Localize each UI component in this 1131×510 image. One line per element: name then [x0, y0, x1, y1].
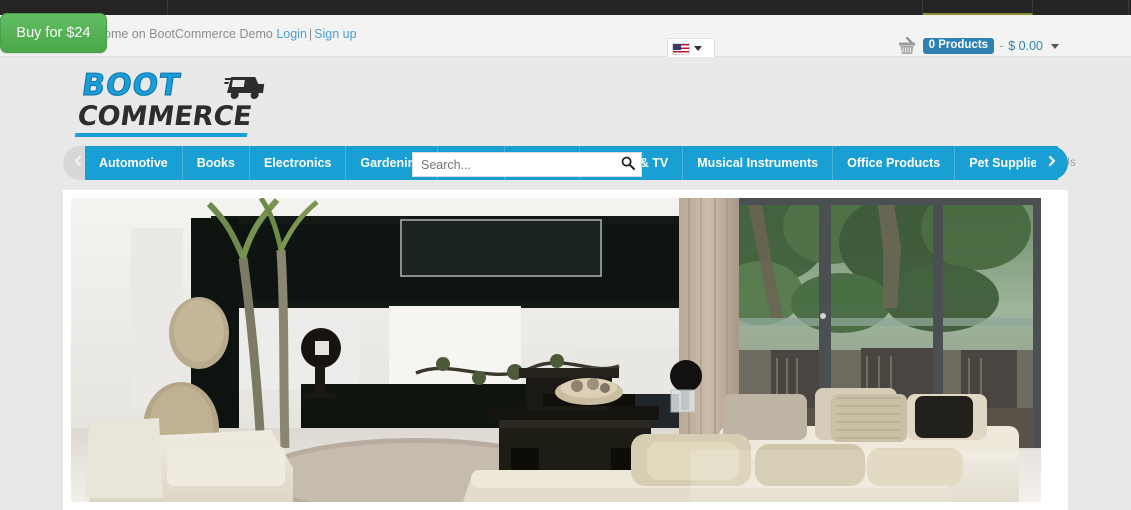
nav-label: Automotive — [99, 156, 168, 170]
browser-strip-segment — [168, 0, 923, 15]
arrow-right-icon — [1046, 154, 1058, 172]
browser-strip-segment — [1033, 0, 1129, 15]
site-logo[interactable]: BOOT COMMERCE — [74, 68, 265, 137]
login-link[interactable]: Login — [276, 27, 307, 41]
content-card — [63, 190, 1068, 510]
site-header: BOOT COMMERCE Search... Us — [0, 57, 1131, 177]
utility-bar: ome on BootCommerce Demo Login | Sign up 0… — [0, 15, 1131, 59]
nav-item-musical-instruments[interactable]: Musical Instruments — [683, 146, 834, 180]
welcome-text: ome on BootCommerce Demo — [104, 27, 273, 41]
logo-text-commerce: COMMERCE — [75, 101, 254, 132]
hero-banner[interactable] — [71, 198, 1041, 502]
chevron-down-icon — [1051, 43, 1059, 49]
search-icon — [621, 156, 635, 173]
logo-underline — [74, 133, 248, 137]
search-input[interactable] — [413, 157, 615, 172]
cart-dash: - — [999, 39, 1004, 53]
nav-label: Books — [196, 156, 235, 170]
browser-strip-segment-active — [923, 0, 1033, 15]
nav-item-office-products[interactable]: Office Products — [833, 146, 956, 180]
nav-label: Pet Supplies — [969, 156, 1045, 170]
cart-summary[interactable]: 0 Products - $ 0.00 — [896, 35, 1059, 57]
welcome-message: ome on BootCommerce Demo Login | Sign up — [104, 27, 357, 41]
nav-next-button[interactable] — [1036, 146, 1068, 180]
buy-button[interactable]: Buy for $24 — [0, 13, 107, 53]
signup-link[interactable]: Sign up — [314, 27, 356, 41]
link-separator: | — [308, 27, 313, 41]
us-flag-icon — [672, 42, 690, 55]
nav-item-electronics[interactable]: Electronics — [250, 146, 347, 180]
arrow-left-icon — [72, 154, 84, 172]
browser-top-strip — [0, 0, 1131, 15]
cart-products-badge: 0 Products — [922, 37, 995, 55]
nav-item-books[interactable]: Books — [183, 146, 250, 180]
nav-label: Office Products — [847, 156, 941, 170]
truck-icon — [221, 75, 270, 101]
language-selector[interactable] — [667, 38, 715, 59]
chevron-down-icon — [694, 46, 702, 51]
search-box[interactable] — [412, 152, 642, 177]
nav-label: Musical Instruments — [697, 156, 819, 170]
nav-label: Electronics — [263, 156, 332, 170]
search-button[interactable] — [615, 153, 641, 176]
nav-item-automotive[interactable]: Automotive — [85, 146, 183, 180]
cart-total-price: $ 0.00 — [1008, 39, 1043, 53]
hero-image — [71, 198, 1041, 502]
basket-icon — [896, 35, 918, 57]
